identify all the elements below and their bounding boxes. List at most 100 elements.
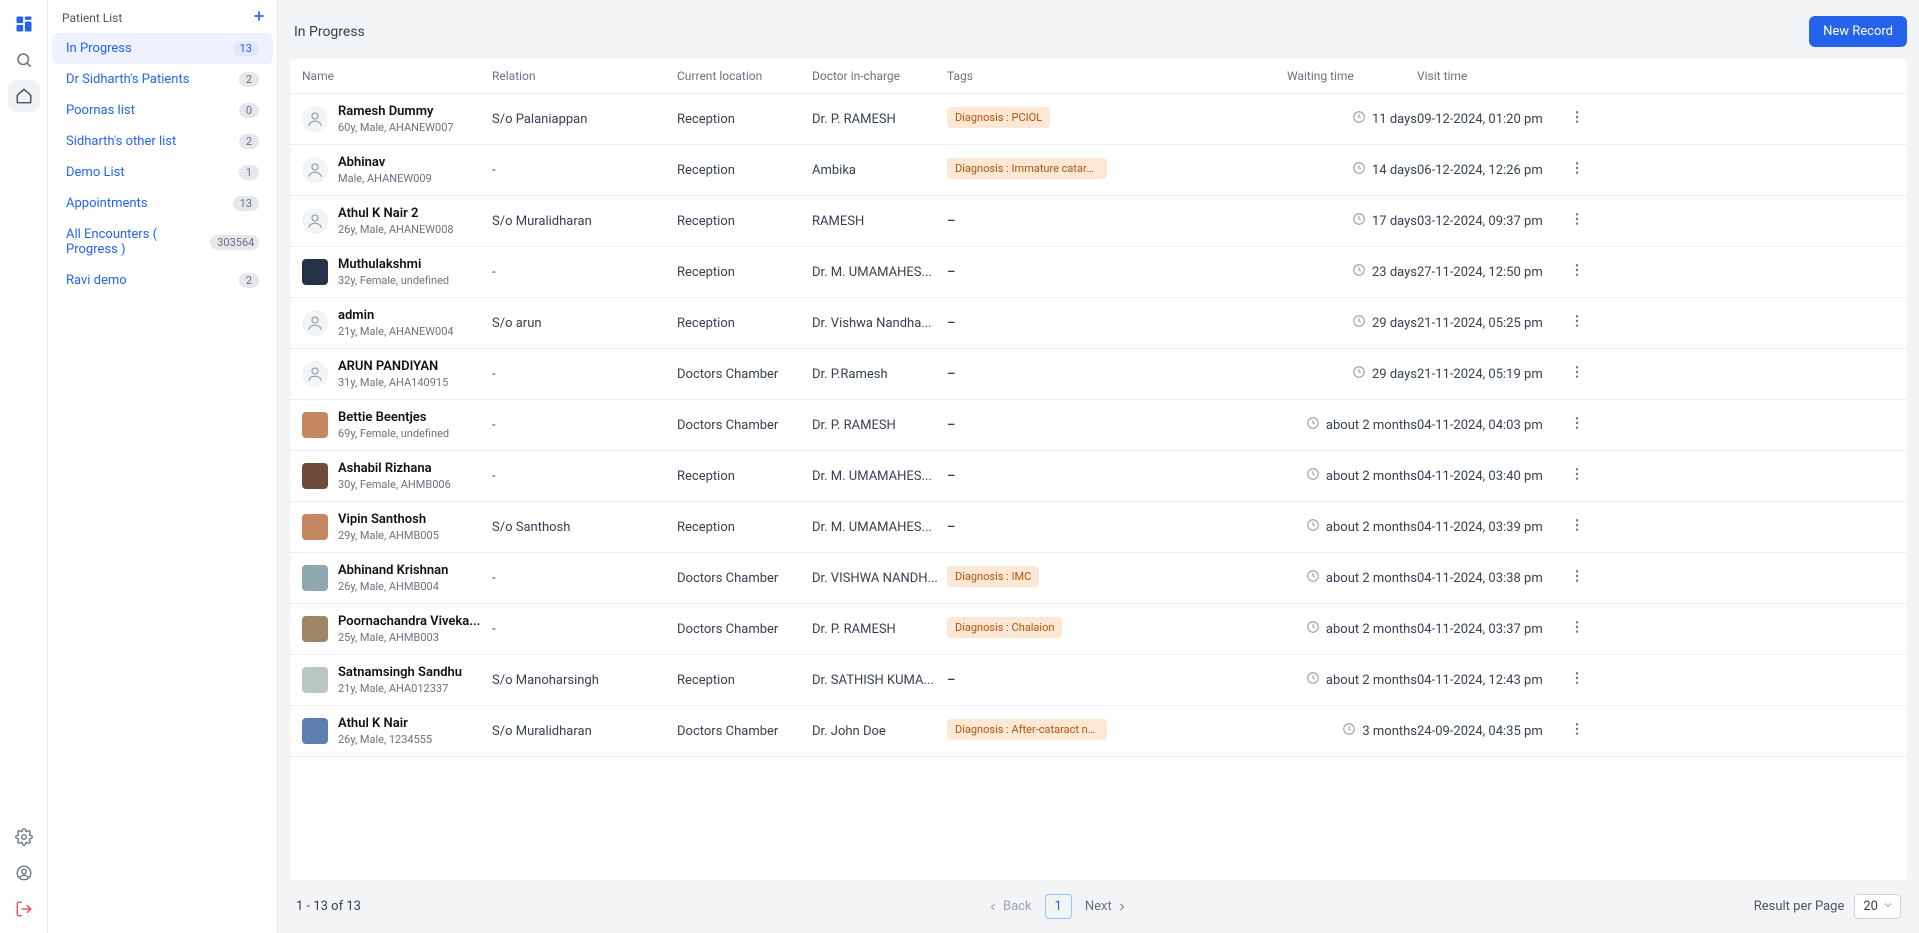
diagnosis-tag: Diagnosis : After-cataract not...: [947, 719, 1107, 740]
cell-doctor: Dr. M. UMAMAHES...: [812, 265, 947, 280]
sidebar-item-label: In Progress: [66, 41, 132, 56]
add-list-button[interactable]: [251, 8, 267, 27]
table-row[interactable]: Satnamsingh Sandhu21y, Male, AHA012337S/…: [290, 655, 1907, 706]
dashboard-icon[interactable]: [8, 8, 40, 40]
pager-page-1[interactable]: 1: [1045, 894, 1072, 919]
sidebar-item-count: 2: [239, 134, 259, 149]
sidebar-item-label: Demo List: [66, 165, 125, 180]
result-range: 1 - 13 of 13: [296, 899, 361, 914]
col-header-tags: Tags: [947, 69, 1287, 83]
cell-location: Doctors Chamber: [677, 571, 812, 586]
cell-doctor: Dr. P. RAMESH: [812, 622, 947, 637]
clock-icon: [1306, 671, 1320, 689]
sidebar-item[interactable]: Dr Sidharth's Patients2: [52, 64, 273, 95]
cell-tags: –: [947, 214, 1287, 229]
col-header-visit: Visit time: [1417, 69, 1562, 83]
clock-icon: [1342, 722, 1356, 740]
chevron-down-icon: [1882, 899, 1894, 915]
table-row[interactable]: Athul K Nair 226y, Male, AHANEW008S/o Mu…: [290, 196, 1907, 247]
patient-meta: 31y, Male, AHA140915: [338, 376, 448, 389]
search-icon[interactable]: [8, 44, 40, 76]
cell-waiting: 14 days: [1287, 161, 1417, 179]
row-actions-button[interactable]: [1562, 466, 1592, 486]
row-actions-button[interactable]: [1562, 109, 1592, 129]
row-actions-button[interactable]: [1562, 415, 1592, 435]
row-actions-button[interactable]: [1562, 160, 1592, 180]
table-row[interactable]: Vipin Santhosh29y, Male, AHMB005S/o Sant…: [290, 502, 1907, 553]
cell-waiting: about 2 months: [1287, 569, 1417, 587]
patient-meta: 21y, Male, AHANEW004: [338, 325, 454, 338]
avatar: [302, 565, 328, 591]
row-actions-button[interactable]: [1562, 313, 1592, 333]
cell-visit: 04-11-2024, 03:38 pm: [1417, 571, 1562, 586]
row-actions-button[interactable]: [1562, 721, 1592, 741]
cell-relation: -: [492, 469, 677, 484]
nav-rail: [0, 0, 48, 933]
table-row[interactable]: Poornachandra Viveka...25y, Male, AHMB00…: [290, 604, 1907, 655]
sidebar-item[interactable]: In Progress13: [52, 33, 273, 64]
row-actions-button[interactable]: [1562, 568, 1592, 588]
cell-relation: S/o arun: [492, 316, 677, 331]
clock-icon: [1352, 365, 1366, 383]
patient-meta: 32y, Female, undefined: [338, 274, 449, 287]
patient-meta: 60y, Male, AHANEW007: [338, 121, 454, 134]
rpp-select[interactable]: 20: [1854, 894, 1901, 919]
avatar: [302, 157, 328, 183]
table-row[interactable]: ARUN PANDIYAN31y, Male, AHA140915-Doctor…: [290, 349, 1907, 400]
table-row[interactable]: Abhinand Krishnan26y, Male, AHMB004-Doct…: [290, 553, 1907, 604]
row-actions-button[interactable]: [1562, 211, 1592, 231]
cell-tags: Diagnosis : Chalaion: [947, 617, 1287, 642]
table-row[interactable]: Ramesh Dummy60y, Male, AHANEW007S/o Pala…: [290, 94, 1907, 145]
sidebar-item[interactable]: Ravi demo2: [52, 265, 273, 296]
pager-next[interactable]: Next: [1076, 894, 1137, 919]
sidebar-item[interactable]: Appointments13: [52, 188, 273, 219]
sidebar-item[interactable]: Sidharth's other list2: [52, 126, 273, 157]
cell-doctor: Dr. P.Ramesh: [812, 367, 947, 382]
cell-location: Reception: [677, 265, 812, 280]
patient-meta: Male, AHANEW009: [338, 172, 432, 185]
sidebar-item[interactable]: Poornas list0: [52, 95, 273, 126]
patient-meta: 30y, Female, AHMB006: [338, 478, 451, 491]
table-row[interactable]: admin21y, Male, AHANEW004S/o arunRecepti…: [290, 298, 1907, 349]
cell-waiting: about 2 months: [1287, 671, 1417, 689]
profile-icon[interactable]: [8, 857, 40, 889]
row-actions-button[interactable]: [1562, 619, 1592, 639]
cell-relation: S/o Palaniappan: [492, 112, 677, 127]
new-record-button[interactable]: New Record: [1809, 16, 1907, 47]
cell-waiting: 29 days: [1287, 314, 1417, 332]
patient-meta: 69y, Female, undefined: [338, 427, 449, 440]
cell-location: Reception: [677, 469, 812, 484]
row-actions-button[interactable]: [1562, 517, 1592, 537]
cell-visit: 04-11-2024, 04:03 pm: [1417, 418, 1562, 433]
home-icon[interactable]: [8, 80, 40, 112]
row-actions-button[interactable]: [1562, 262, 1592, 282]
cell-waiting: 29 days: [1287, 365, 1417, 383]
patient-meta: 26y, Male, AHMB004: [338, 580, 448, 593]
cell-visit: 04-11-2024, 03:39 pm: [1417, 520, 1562, 535]
table-footer: 1 - 13 of 13 Back 1 Next Result per Page…: [278, 880, 1919, 933]
sidebar-item[interactable]: All Encounters ( Progress )303564: [52, 219, 273, 265]
patient-name: Bettie Beentjes: [338, 410, 449, 425]
table-row[interactable]: Muthulakshmi32y, Female, undefined-Recep…: [290, 247, 1907, 298]
patient-name: Vipin Santhosh: [338, 512, 439, 527]
cell-tags: –: [947, 520, 1287, 535]
patient-meta: 29y, Male, AHMB005: [338, 529, 439, 542]
table-row[interactable]: Bettie Beentjes69y, Female, undefined-Do…: [290, 400, 1907, 451]
cell-doctor: Dr. M. UMAMAHES...: [812, 520, 947, 535]
patient-name: ARUN PANDIYAN: [338, 359, 448, 374]
table-row[interactable]: AbhinavMale, AHANEW009-ReceptionAmbikaDi…: [290, 145, 1907, 196]
avatar: [302, 361, 328, 387]
patient-table: Name Relation Current location Doctor in…: [290, 59, 1907, 880]
logout-icon[interactable]: [8, 893, 40, 925]
diagnosis-tag: Diagnosis : PCIOL: [947, 107, 1050, 128]
row-actions-button[interactable]: [1562, 670, 1592, 690]
cell-waiting: 23 days: [1287, 263, 1417, 281]
settings-icon[interactable]: [8, 821, 40, 853]
row-actions-button[interactable]: [1562, 364, 1592, 384]
table-row[interactable]: Ashabil Rizhana30y, Female, AHMB006-Rece…: [290, 451, 1907, 502]
pager-back[interactable]: Back: [978, 894, 1041, 919]
sidebar-item[interactable]: Demo List1: [52, 157, 273, 188]
table-row[interactable]: Athul K Nair26y, Male, 1234555S/o Murali…: [290, 706, 1907, 757]
sidebar-item-count: 303564: [210, 235, 259, 250]
cell-tags: –: [947, 418, 1287, 433]
